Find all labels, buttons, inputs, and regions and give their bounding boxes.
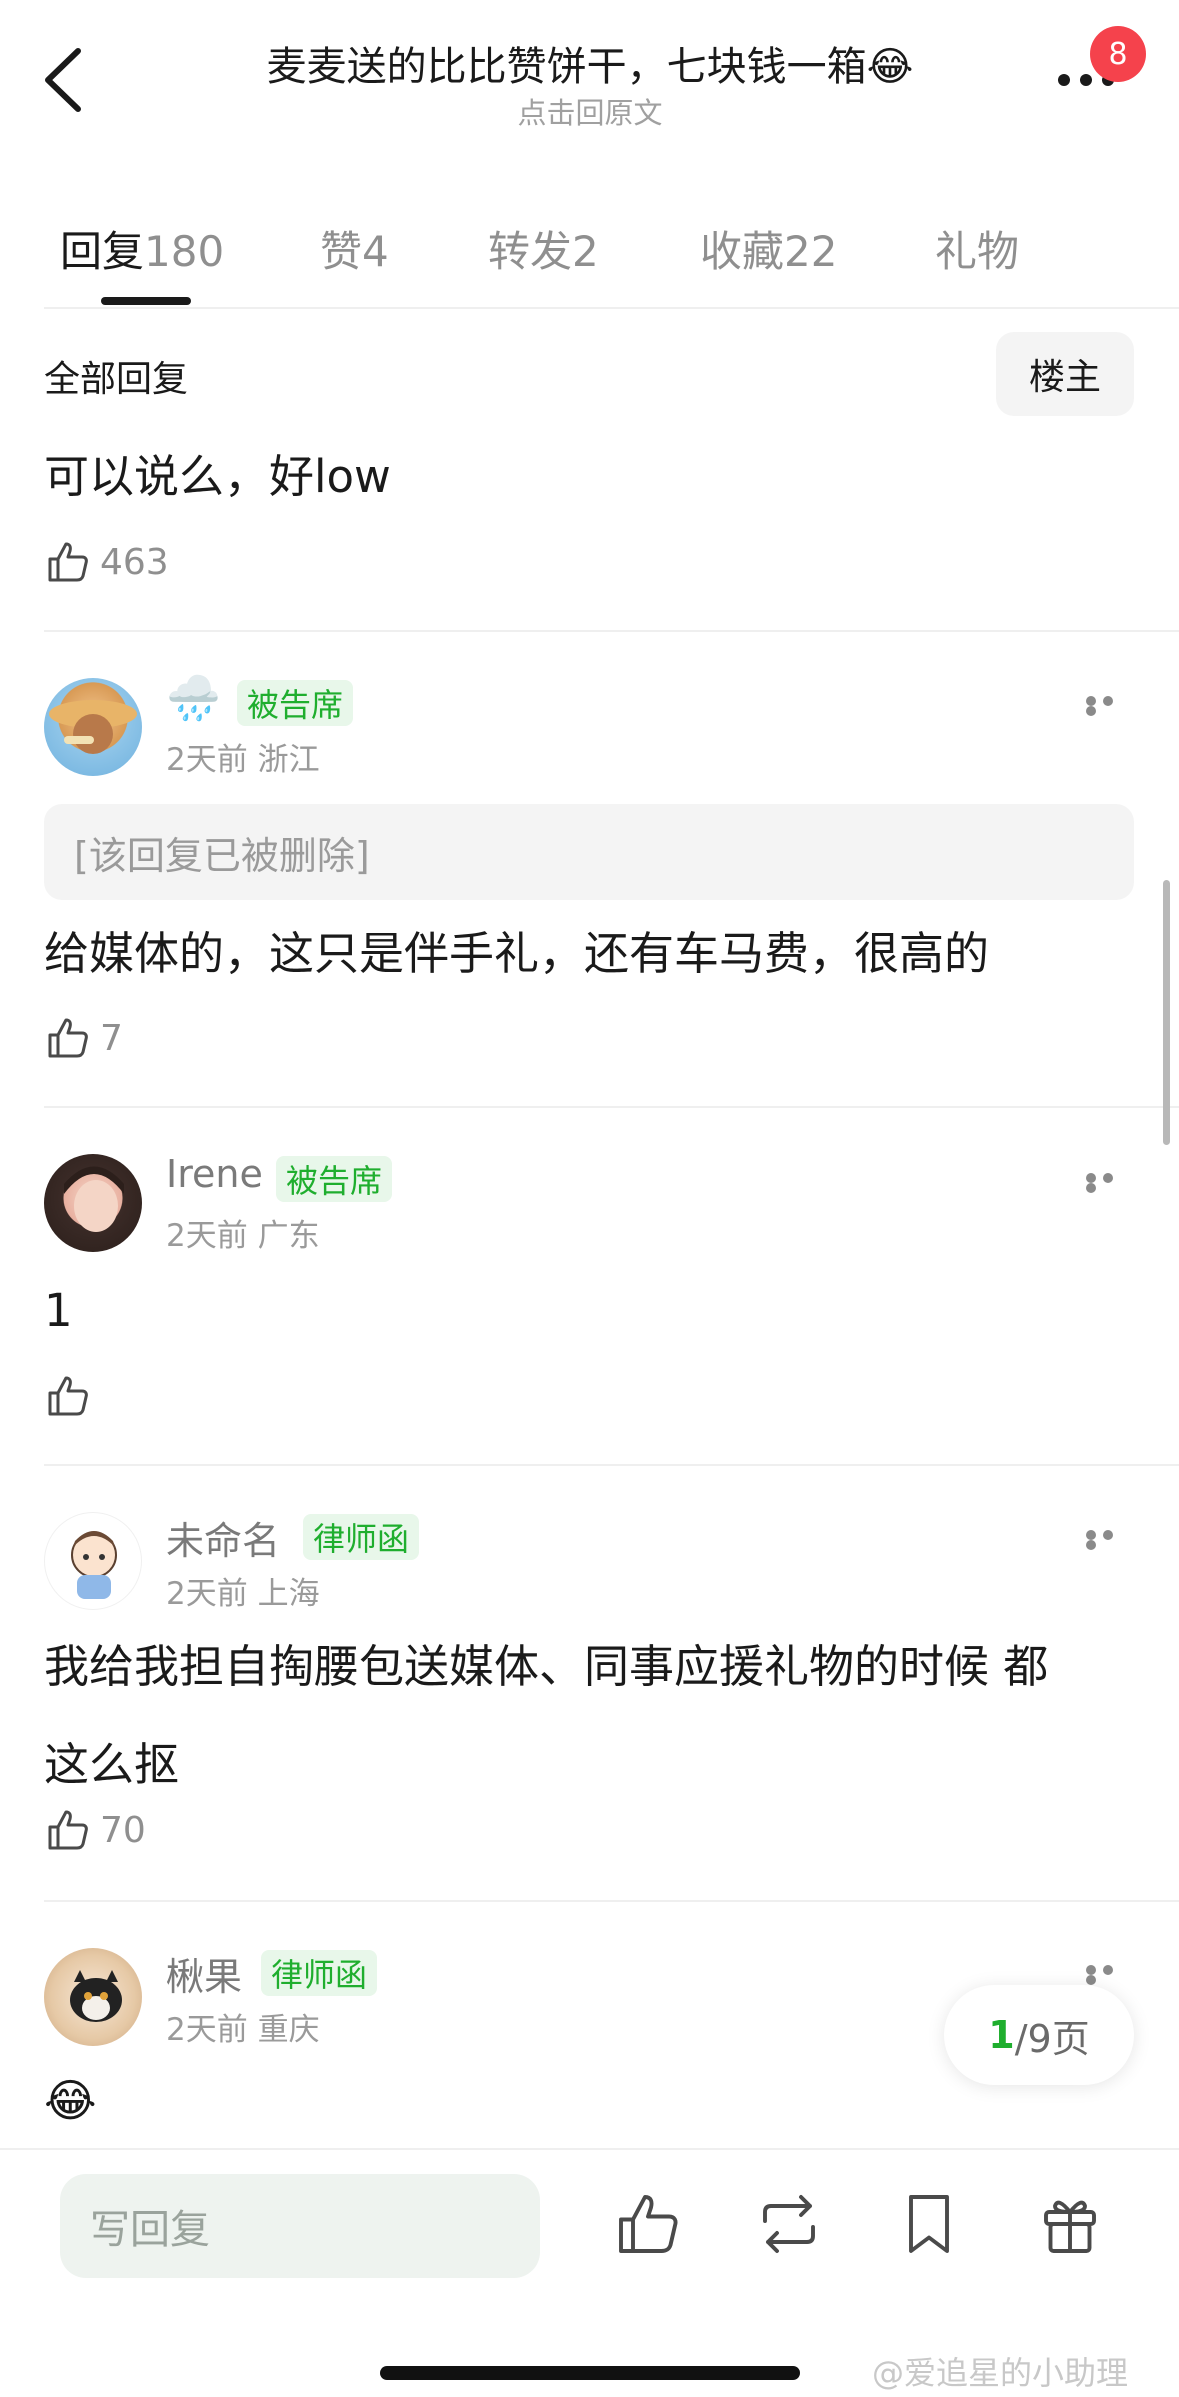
active-tab-indicator [101, 297, 191, 305]
tab-favorites[interactable]: 收藏22 [700, 218, 837, 279]
chevron-left-icon [45, 48, 81, 112]
comment-meta: 2天前 浙江 [166, 734, 320, 779]
user-name[interactable]: 未命名 [166, 1510, 280, 1565]
comment-location: 浙江 [257, 742, 320, 778]
user-tag: 被告席 [237, 680, 354, 726]
tab-count: 2 [572, 227, 599, 276]
repost-button[interactable] [753, 2188, 825, 2260]
comment-location: 上海 [257, 1576, 320, 1612]
avatar[interactable] [44, 1512, 142, 1610]
thumbs-up-icon [48, 542, 88, 582]
tab-label: 赞 [320, 227, 363, 276]
avatar[interactable] [44, 1154, 142, 1252]
tab-count: 4 [362, 227, 389, 276]
tab-count: 22 [784, 227, 838, 276]
avatar[interactable] [44, 678, 142, 776]
current-page: 1 [988, 2013, 1015, 2057]
comment-meta: 2天前 广东 [166, 1210, 320, 1255]
tab-label: 礼物 [935, 227, 1020, 276]
comment-more-button[interactable] [1086, 1530, 1136, 1560]
page-title: 麦麦送的比比赞饼干，七块钱一箱😂 [266, 44, 914, 90]
like-button[interactable]: 7 [44, 1008, 123, 1068]
comment-location: 重庆 [257, 2012, 320, 2048]
avatar-image [70, 1970, 122, 2022]
gift-icon [1044, 2200, 1096, 2253]
divider [44, 1464, 1179, 1466]
like-count: 463 [100, 541, 169, 583]
comment-more-button[interactable] [1086, 696, 1136, 726]
page-indicator[interactable]: 1/9页 [944, 1985, 1134, 2085]
like-post-button[interactable] [612, 2188, 684, 2260]
user-tag: 被告席 [276, 1156, 393, 1202]
user-name[interactable]: 楸果 [166, 1946, 242, 2001]
comment-time: 2天前 [166, 1576, 248, 1612]
comment-meta: 2天前 上海 [166, 1568, 320, 1613]
comment-meta: 2天前 重庆 [166, 2004, 320, 2049]
thumbs-up-icon [619, 2195, 678, 2253]
gift-button[interactable] [1034, 2188, 1106, 2260]
comment-time: 2天前 [166, 1218, 248, 1254]
bookmark-icon [909, 2195, 949, 2253]
section-header: 全部回复 楼主 [44, 330, 1134, 416]
watermark: @爱追星的小助理 [872, 2354, 1129, 2392]
user-name[interactable]: 🌧️ [166, 672, 221, 724]
comment-text-line: 我给我担自掏腰包送媒体、同事应援礼物的时候 都 [44, 1640, 1049, 1693]
avatar-image [71, 1531, 117, 1599]
avatar-image [64, 1166, 124, 1232]
home-indicator [380, 2366, 800, 2380]
comment-time: 2天前 [166, 742, 248, 778]
comment-text: 可以说么，好low [44, 450, 391, 503]
divider [44, 630, 1179, 632]
tab-label: 回复 [60, 227, 145, 276]
bookmark-button[interactable] [893, 2188, 965, 2260]
tab-label: 收藏 [700, 227, 785, 276]
comment-text: 给媒体的，这只是伴手礼，还有车马费，很高的 [44, 927, 990, 980]
tab-bar: 回复180 赞4 转发2 收藏22 礼物 [0, 200, 1179, 310]
like-count: 7 [100, 1017, 123, 1059]
divider [44, 1106, 1179, 1108]
tab-count: 180 [144, 227, 225, 276]
avatar[interactable] [44, 1948, 142, 2046]
like-button[interactable]: 463 [44, 532, 169, 592]
tab-label: 转发 [488, 227, 573, 276]
quoted-deleted-reply: [该回复已被删除] [44, 804, 1134, 900]
thumbs-up-icon [48, 1376, 88, 1416]
total-pages: /9页 [1014, 2016, 1090, 2061]
scrollbar[interactable] [1163, 880, 1170, 1145]
comment-text-line: 这么抠 [44, 1738, 180, 1791]
reply-input[interactable]: 写回复 [60, 2174, 540, 2278]
avatar-image [49, 700, 137, 754]
notification-badge: 8 [1090, 26, 1146, 82]
comment-more-button[interactable] [1086, 1173, 1136, 1203]
owner-only-button[interactable]: 楼主 [996, 332, 1134, 416]
header: 麦麦送的比比赞饼干，七块钱一箱😂 点击回原文 8 [0, 0, 1179, 160]
section-title: 全部回复 [44, 359, 189, 400]
repost-icon [763, 2195, 815, 2253]
divider [44, 1900, 1179, 1902]
thumbs-up-icon [48, 1810, 88, 1850]
user-name[interactable]: Irene [166, 1152, 263, 1196]
user-tag: 律师函 [303, 1514, 420, 1560]
comment-time: 2天前 [166, 2012, 248, 2048]
user-tag: 律师函 [261, 1950, 378, 1996]
tab-replies[interactable]: 回复180 [60, 218, 224, 279]
tab-reposts[interactable]: 转发2 [488, 218, 599, 279]
comment-text: 1 [44, 1284, 73, 1337]
back-button[interactable] [40, 45, 88, 115]
comment-text: 我给我担自掏腰包送媒体、同事应援礼物的时候 都 这么抠 [44, 1618, 1124, 1814]
like-button[interactable]: 70 [44, 1800, 146, 1860]
tab-likes[interactable]: 赞4 [320, 218, 389, 279]
comment-location: 广东 [257, 1218, 320, 1254]
back-to-original-link[interactable]: 点击回原文 [160, 90, 1020, 132]
divider [44, 307, 1179, 309]
thumbs-up-icon [48, 1018, 88, 1058]
like-count: 70 [100, 1809, 146, 1851]
like-button[interactable] [44, 1366, 100, 1426]
tab-gifts[interactable]: 礼物 [935, 218, 1019, 279]
